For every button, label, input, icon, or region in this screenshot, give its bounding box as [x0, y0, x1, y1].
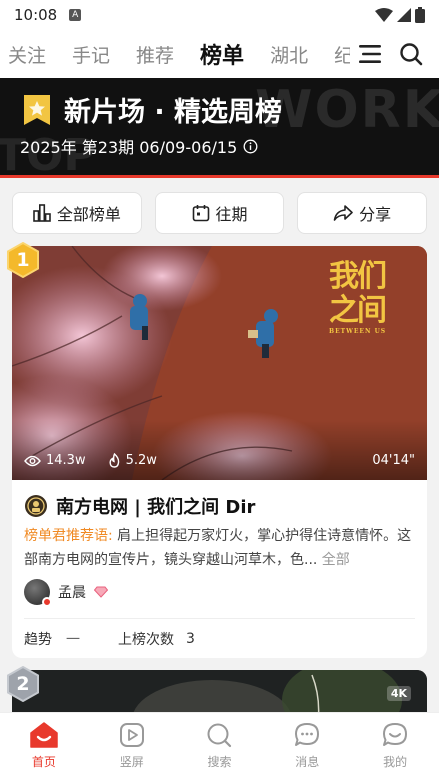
recommendation-label: 榜单君推荐语: [24, 528, 113, 544]
bottom-nav-label: 竖屏 [119, 755, 144, 769]
channel-tabs: 关注 手记 推荐 榜单 湖北 纪 [0, 38, 350, 70]
bottom-nav-label: 首页 [31, 755, 56, 769]
bottom-nav-search[interactable]: 搜索 [176, 713, 264, 780]
ranking-actions: 全部榜单 往期 分享 [12, 192, 428, 234]
times-ranked-value: 3 [186, 631, 195, 647]
star-badge-icon [24, 95, 50, 125]
bottom-nav-label: 搜索 [207, 755, 232, 769]
video-title-row[interactable]: 南方电网 | 我们之间 Dir [24, 493, 255, 519]
brand-logo-icon [25, 495, 47, 517]
share-button[interactable]: 分享 [297, 192, 428, 234]
share-label: 分享 [359, 205, 392, 224]
rank-number: 1 [16, 249, 30, 271]
status-bar: 10:08 A [0, 0, 439, 30]
verified-badge-icon [42, 597, 52, 607]
past-issues-button[interactable]: 往期 [154, 192, 285, 234]
search-icon[interactable] [399, 42, 423, 66]
all-rankings-label: 全部榜单 [56, 205, 121, 224]
calendar-icon [192, 205, 209, 222]
video-title: 南方电网 | 我们之间 Dir [56, 497, 256, 518]
times-ranked-label: 上榜次数 [118, 632, 174, 648]
top-nav: 关注 手记 推荐 榜单 湖北 纪 [0, 30, 439, 78]
profile-icon [383, 723, 408, 746]
share-icon [333, 205, 353, 221]
ranking-banner: WORK TOP 新片场 · 精选周榜 2025年 第23期 06/09-06/… [0, 78, 439, 178]
author-row[interactable]: 孟晨 [24, 579, 108, 607]
all-rankings-button[interactable]: 全部榜单 [12, 192, 142, 234]
4k-badge: 4K [386, 686, 411, 701]
wifi-icon [375, 8, 393, 22]
flame-icon [109, 453, 119, 468]
bar-chart-icon [33, 204, 51, 222]
status-icons [375, 7, 425, 23]
message-icon [295, 723, 320, 746]
diamond-icon [94, 586, 108, 598]
ranking-meta: 趋势 一 上榜次数 3 [24, 629, 195, 649]
tab-follow[interactable]: 关注 [8, 41, 46, 68]
recommendation-text[interactable]: 榜单君推荐语: 肩上担得起万家灯火，掌心护得住诗意情怀。这部南方电网的宣传片，镜… [24, 524, 419, 572]
trend-label: 趋势 [24, 632, 52, 648]
eye-icon [24, 455, 41, 466]
rank-badge-2: 2 [5, 665, 41, 703]
cover-stats: 14.3w 5.2w [24, 453, 157, 468]
issue-period: 2025年 第23期 06/09-06/15 [20, 138, 238, 157]
tab-recommend[interactable]: 推荐 [136, 41, 174, 68]
bottom-nav-messages[interactable]: 消息 [263, 713, 351, 780]
rank-badge-1: 1 [5, 241, 41, 279]
avatar[interactable] [24, 579, 52, 607]
vertical-video-icon [119, 723, 144, 747]
divider [24, 618, 415, 619]
author-name: 孟晨 [58, 585, 86, 601]
search-icon [207, 723, 232, 748]
signal-icon [397, 8, 411, 22]
trend-value: 一 [66, 632, 80, 648]
tab-documentary[interactable]: 纪 [334, 41, 350, 68]
info-icon[interactable] [243, 139, 258, 154]
video-duration: 04'14" [372, 453, 415, 468]
tab-rankings[interactable]: 榜单 [200, 38, 244, 70]
tab-notes[interactable]: 手记 [72, 41, 110, 68]
menu-icon[interactable] [359, 45, 381, 63]
banner-title: 新片场 · 精选周榜 [64, 97, 283, 128]
hot-count: 5.2w [125, 453, 157, 468]
tab-hubei[interactable]: 湖北 [270, 41, 308, 68]
status-time: 10:08 [14, 6, 58, 24]
bottom-nav-home[interactable]: 首页 [0, 713, 88, 780]
bottom-nav-label: 我的 [383, 755, 408, 769]
bottom-nav: 首页 竖屏 搜索 消息 我的 [0, 712, 439, 780]
battery-icon [415, 7, 425, 23]
cover-subtitle: BETWEEN US [329, 328, 387, 335]
expand-link[interactable]: 全部 [317, 552, 350, 568]
app-notification-icon: A [69, 9, 82, 21]
ranking-card[interactable]: 我们之间 BETWEEN US 14.3w 5.2w 04'14" 南方电网 |… [12, 246, 427, 658]
past-issues-label: 往期 [215, 205, 248, 224]
cover-calligraphy: 我们之间 BETWEEN US [329, 259, 409, 336]
home-icon [30, 722, 58, 748]
video-cover[interactable]: 我们之间 BETWEEN US 14.3w 5.2w 04'14" [12, 246, 427, 480]
bottom-nav-label: 消息 [295, 755, 320, 769]
banner-subtitle: 2025年 第23期 06/09-06/15 [20, 134, 258, 158]
bottom-nav-vertical[interactable]: 竖屏 [88, 713, 176, 780]
view-count: 14.3w [46, 453, 86, 468]
banner-background-text: WORK [255, 80, 439, 140]
cover-title: 我们之间 [329, 259, 387, 328]
bottom-nav-profile[interactable]: 我的 [351, 713, 439, 780]
rank-number-2: 2 [16, 673, 30, 695]
